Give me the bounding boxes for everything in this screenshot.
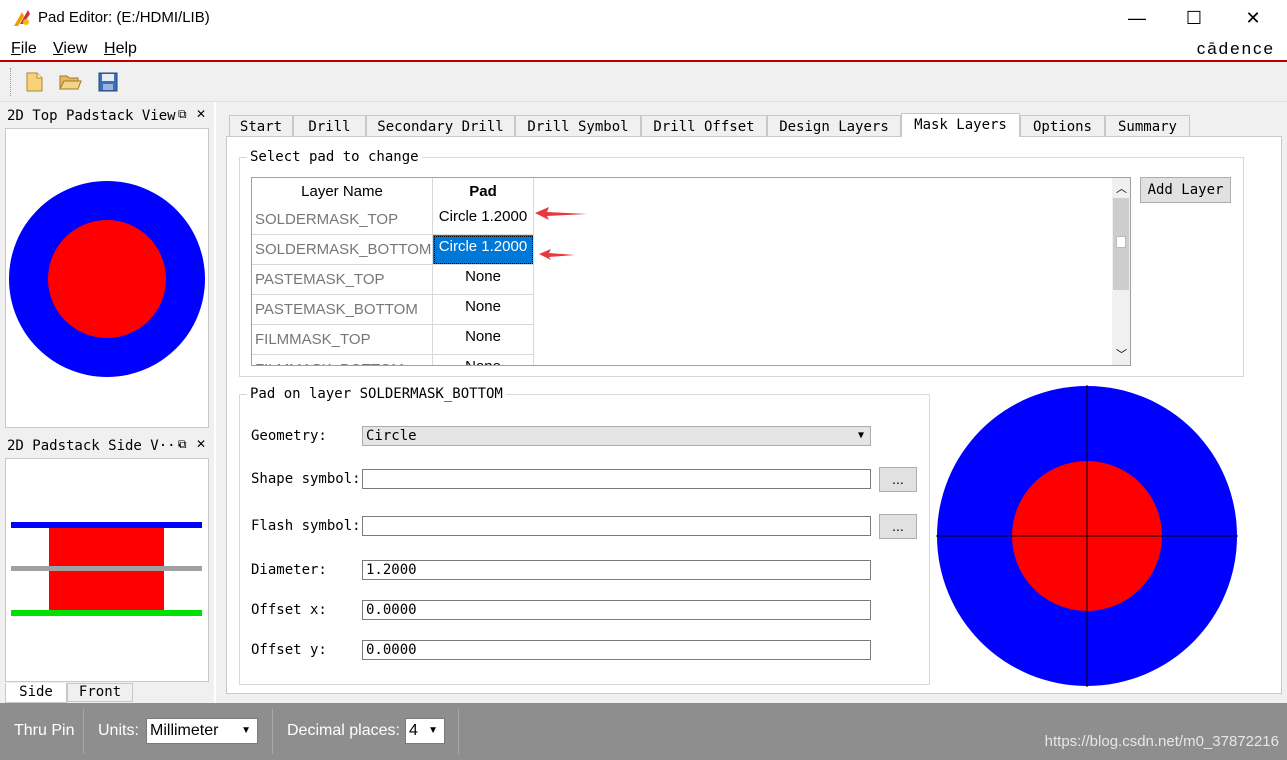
col-header-layer-name: Layer Name — [252, 178, 433, 205]
status-separator — [458, 709, 459, 754]
maximize-button[interactable]: ☐ — [1174, 6, 1214, 30]
offset-y-label: Offset y: — [251, 642, 327, 658]
offset-x-label: Offset x: — [251, 602, 327, 618]
chevron-down-icon: ▼ — [857, 430, 864, 441]
dock-close-icon[interactable]: ✕ — [196, 437, 206, 451]
grid-row-pad-selected[interactable]: Circle 1.2000 — [433, 235, 534, 265]
diameter-input[interactable]: 1.2000 — [362, 560, 871, 580]
annotation-arrow-bottom — [539, 249, 575, 260]
tab-drill[interactable]: Drill — [293, 115, 366, 137]
grid-row-layer[interactable]: FILMMASK_BOTTOM — [252, 355, 433, 365]
flash-symbol-label: Flash symbol: — [251, 518, 361, 534]
save-icon[interactable] — [96, 71, 120, 93]
select-pad-group-label: Select pad to change — [247, 149, 422, 165]
grid-row-pad[interactable]: Circle 1.2000 — [433, 205, 534, 235]
pad-on-layer-group-label: Pad on layer SOLDERMASK_BOTTOM — [247, 386, 506, 402]
side-view-dock-title: 2D Padstack Side V··· ⧉ ✕ — [5, 435, 209, 457]
side-view-stack — [11, 522, 202, 616]
grid-row-pad[interactable]: None — [433, 265, 534, 295]
top-view-dock-title: 2D Top Padstack View ⧉ ✕ — [5, 105, 209, 127]
menu-bar: File View Help cādence — [0, 36, 1287, 62]
geometry-select[interactable]: Circle ▼ — [362, 426, 871, 446]
side-mid-layer — [11, 566, 202, 571]
new-file-icon[interactable] — [22, 71, 46, 93]
close-window-button[interactable]: ✕ — [1233, 6, 1273, 30]
flash-symbol-browse-button[interactable]: ... — [879, 514, 917, 539]
mode-indicator: Thru Pin — [14, 722, 75, 739]
grid-row-layer[interactable]: PASTEMASK_TOP — [252, 265, 433, 295]
grid-row-layer[interactable]: FILMMASK_TOP — [252, 325, 433, 355]
side-view-canvas — [5, 458, 209, 682]
scrollbar-grip — [1116, 236, 1126, 248]
shape-symbol-input[interactable] — [362, 469, 871, 489]
add-layer-button[interactable]: Add Layer — [1140, 177, 1231, 203]
toolbar-grip — [10, 68, 12, 96]
offset-x-input[interactable]: 0.0000 — [362, 600, 871, 620]
dock-close-icon[interactable]: ✕ — [196, 107, 206, 121]
brand-logo: cādence — [1196, 39, 1275, 58]
decimal-places-select[interactable]: 4 ▼ — [405, 718, 445, 744]
side-bottom-layer — [11, 610, 202, 616]
menu-view[interactable]: View — [53, 40, 87, 58]
pad-preview-large — [936, 385, 1238, 687]
tab-drill-offset[interactable]: Drill Offset — [641, 115, 767, 137]
col-header-pad: Pad — [433, 178, 534, 205]
geometry-label: Geometry: — [251, 428, 327, 444]
dock-float-icon[interactable]: ⧉ — [178, 437, 187, 452]
tab-options[interactable]: Options — [1020, 115, 1105, 137]
tab-mask-layers[interactable]: Mask Layers — [901, 113, 1020, 137]
tab-design-layers[interactable]: Design Layers — [767, 115, 901, 137]
grid-row-pad[interactable]: None — [433, 355, 534, 365]
toolbar — [0, 62, 1287, 102]
shape-symbol-browse-button[interactable]: ... — [879, 467, 917, 492]
shape-symbol-label: Shape symbol: — [251, 471, 361, 487]
grid-row-layer[interactable]: PASTEMASK_BOTTOM — [252, 295, 433, 325]
menu-help[interactable]: Help — [104, 40, 137, 58]
app-icon — [14, 10, 30, 26]
side-top-layer — [11, 522, 202, 528]
watermark-text: https://blog.csdn.net/m0_37872216 — [1044, 733, 1279, 750]
mask-layer-grid: Layer Name Pad SOLDERMASK_TOP Circle 1.2… — [251, 177, 1131, 366]
scroll-down-icon[interactable]: ﹀ — [1116, 346, 1127, 362]
status-separator — [272, 709, 273, 754]
flash-symbol-input[interactable] — [362, 516, 871, 536]
offset-y-input[interactable]: 0.0000 — [362, 640, 871, 660]
grid-row-pad[interactable]: None — [433, 295, 534, 325]
units-select[interactable]: Millimeter ▼ — [146, 718, 258, 744]
decimal-places-label: Decimal places: — [287, 722, 400, 739]
tab-drill-symbol[interactable]: Drill Symbol — [515, 115, 641, 137]
tab-secondary-drill[interactable]: Secondary Drill — [366, 115, 515, 137]
chevron-down-icon: ▼ — [241, 725, 251, 736]
open-folder-icon[interactable] — [58, 71, 82, 93]
tab-front[interactable]: Front — [67, 683, 133, 702]
menu-file[interactable]: File — [11, 40, 37, 58]
top-view-pad-preview — [9, 181, 205, 377]
pad-inner-circle — [48, 220, 166, 338]
units-label: Units: — [98, 722, 139, 739]
grid-row-layer[interactable]: SOLDERMASK_BOTTOM — [252, 235, 433, 265]
annotation-arrow-top — [535, 207, 587, 220]
chevron-down-icon: ▼ — [428, 725, 438, 736]
grid-row-pad[interactable]: None — [433, 325, 534, 355]
tab-side[interactable]: Side — [5, 683, 67, 703]
title-bar: Pad Editor: (E:/HDMI/LIB) — ☐ ✕ — [0, 0, 1287, 36]
status-separator — [83, 709, 84, 754]
minimize-button[interactable]: — — [1117, 6, 1157, 30]
tab-start[interactable]: Start — [229, 115, 293, 137]
annotation-arrows — [535, 207, 587, 260]
dock-float-icon[interactable]: ⧉ — [178, 107, 187, 122]
status-bar: Thru Pin Units: Millimeter ▼ Decimal pla… — [0, 703, 1287, 760]
grid-row-layer[interactable]: SOLDERMASK_TOP — [252, 205, 433, 235]
scroll-up-icon[interactable]: ︿ — [1116, 180, 1127, 196]
diameter-label: Diameter: — [251, 562, 327, 578]
tab-summary[interactable]: Summary — [1105, 115, 1190, 137]
grid-vertical-scrollbar[interactable]: ︿ ﹀ — [1112, 178, 1130, 365]
top-view-canvas — [5, 128, 209, 428]
window-title: Pad Editor: (E:/HDMI/LIB) — [38, 9, 210, 26]
